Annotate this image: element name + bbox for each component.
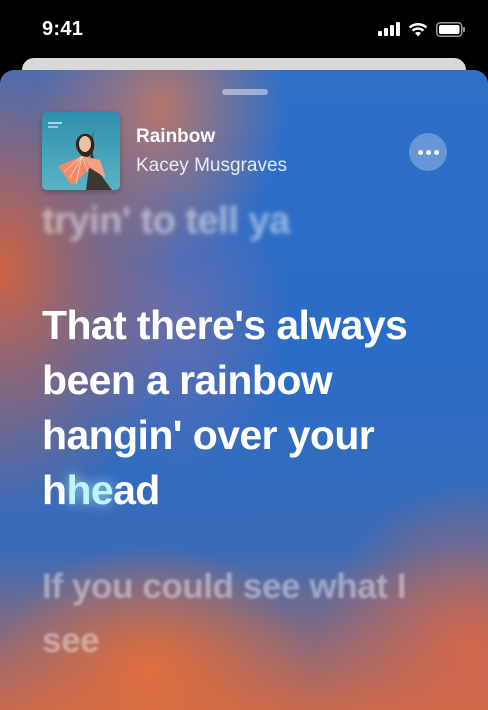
album-art: [42, 112, 120, 190]
cellular-signal-icon: [378, 22, 400, 36]
lyric-current-line[interactable]: That there's always been a rainbow hangi…: [42, 298, 462, 518]
status-icons: [378, 21, 466, 37]
more-options-button[interactable]: [409, 133, 447, 171]
album-cover-icon: [42, 112, 120, 190]
lyric-next-line[interactable]: If you could see what I see: [42, 560, 462, 668]
status-bar: 9:41: [0, 0, 488, 58]
sheet-grabber[interactable]: [222, 89, 268, 95]
ellipsis-icon: [417, 149, 423, 155]
artist-name: Kacey Musgraves: [136, 155, 288, 176]
lyric-previous-line[interactable]: tryin' to tell ya: [42, 200, 290, 243]
battery-icon: [436, 21, 465, 37]
lyric-current-rest: ad: [113, 467, 160, 513]
lyrics-sheet: Rainbow Kacey Musgraves tryin' to tell y…: [0, 70, 488, 710]
song-title: Rainbow: [136, 126, 216, 147]
status-time: 9:41: [42, 17, 84, 40]
lyric-current-highlight: he: [66, 467, 114, 513]
wifi-icon: [408, 22, 428, 36]
